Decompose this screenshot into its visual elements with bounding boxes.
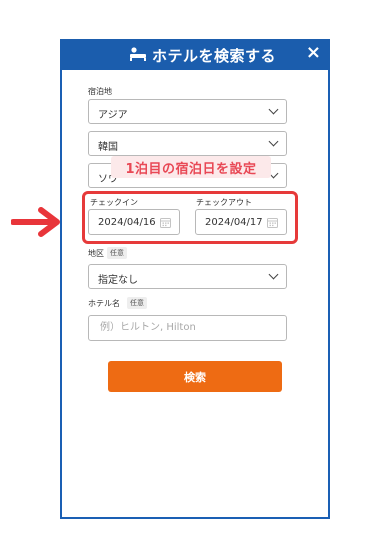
modal-header: ホテルを検索する × [60,39,330,70]
country-value: 韓国 [98,142,118,153]
district-value: 指定なし [98,275,138,286]
chevron-down-icon [268,104,279,115]
modal-title: ホテルを検索する [152,47,277,65]
close-icon[interactable]: × [306,43,321,63]
chevron-down-icon [268,136,279,147]
hotel-name-input[interactable] [98,321,282,334]
annotation-callout: 1泊目の宿泊日を設定 [111,156,271,178]
destination-label: 宿泊地 [88,87,112,96]
chevron-down-icon [268,269,279,280]
pointer-arrow-icon [11,207,60,237]
date-highlight-box [82,191,298,244]
hotel-name-field[interactable] [88,315,287,341]
country-select[interactable]: 韓国 [88,131,287,156]
hotel-name-label: ホテル名 [88,299,120,308]
hotel-bed-icon [130,47,146,61]
district-label: 地区 [88,249,104,258]
optional-badge: 任意 [127,297,147,309]
region-select[interactable]: アジア [88,99,287,124]
region-value: アジア [98,110,128,121]
district-select[interactable]: 指定なし [88,264,287,289]
search-button[interactable]: 検索 [108,361,282,392]
optional-badge: 任意 [107,247,127,259]
